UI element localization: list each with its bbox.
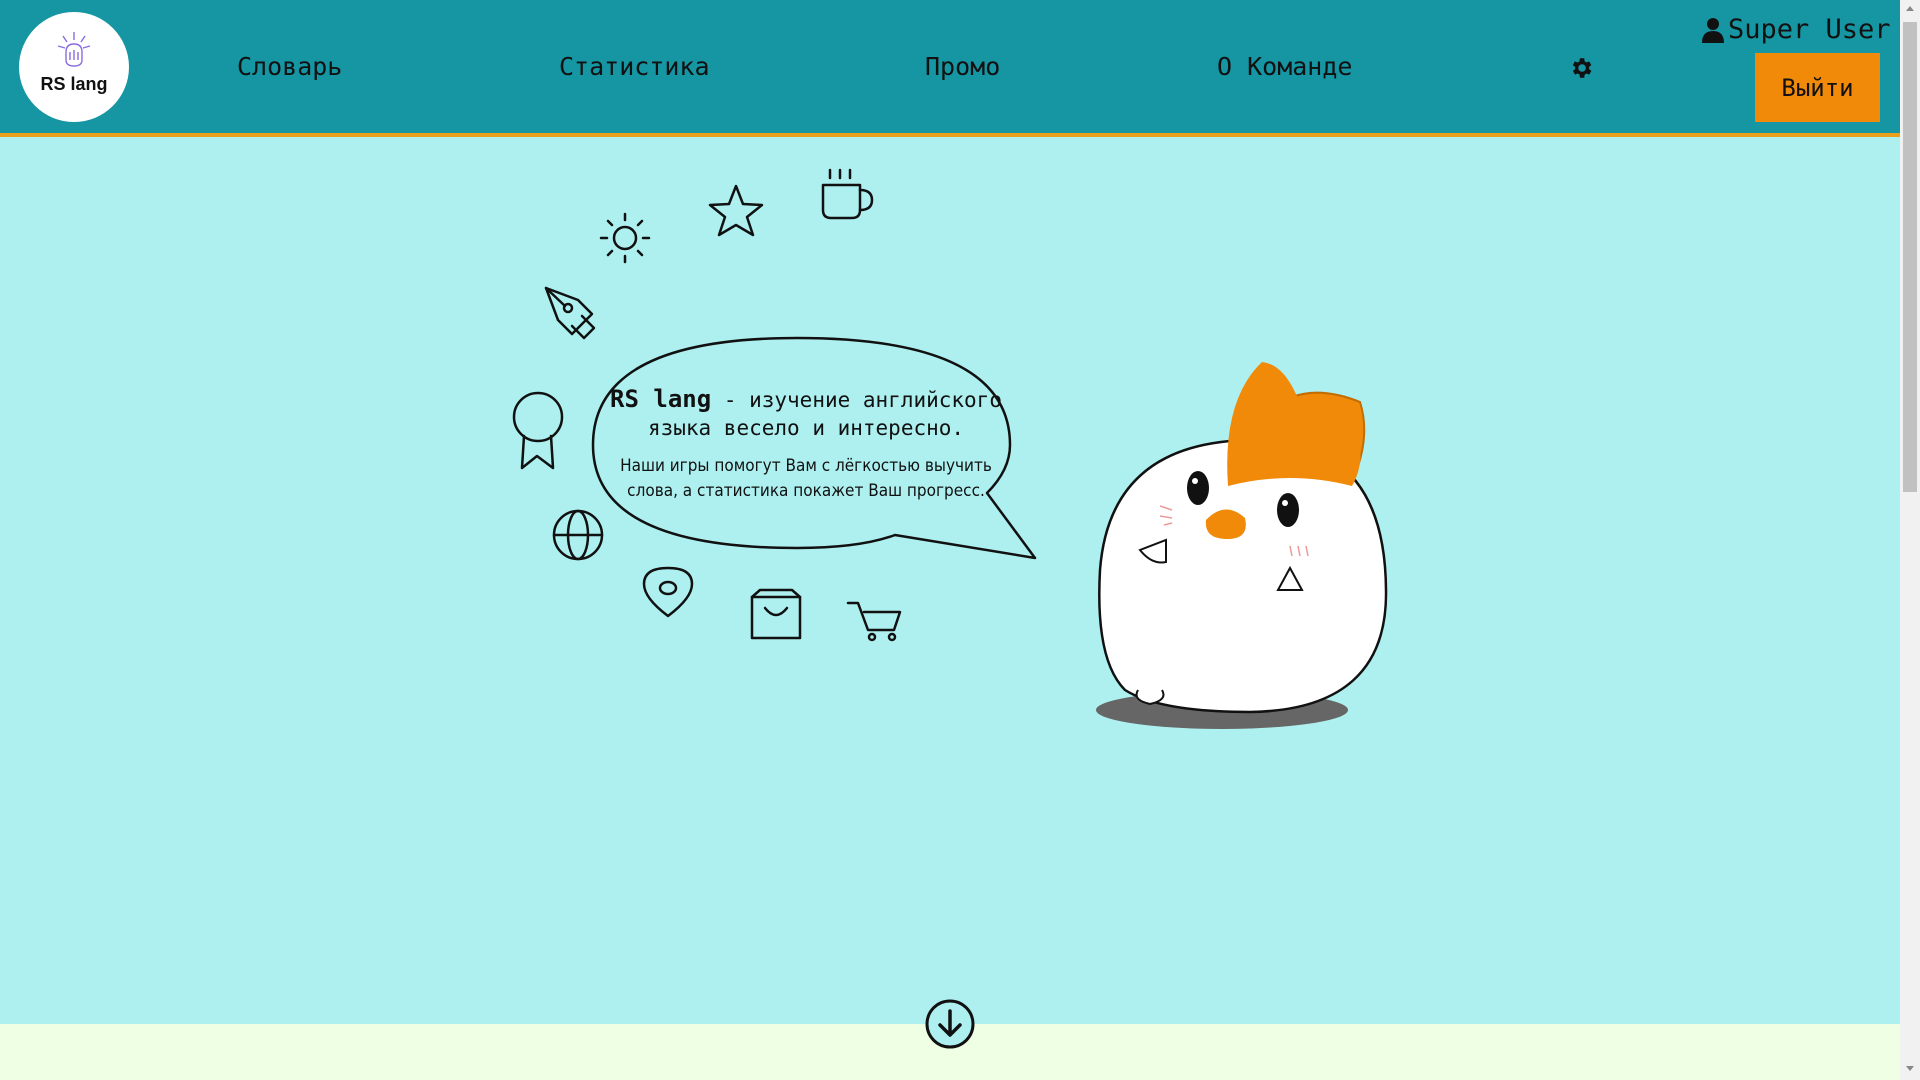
pen-icon [544,286,596,340]
logo-text: RS lang [40,74,108,94]
bag-icon [750,588,802,640]
nav-statistics[interactable]: Статистика [559,52,710,81]
globe-icon [552,509,604,561]
scroll-up-icon[interactable] [1906,6,1914,11]
cup-icon [821,168,874,220]
user-name: Super User [1728,14,1891,45]
chicken-mascot [1096,362,1388,729]
cart-icon [846,601,902,642]
nav-promo[interactable]: Промо [925,52,1000,81]
logo-emblem-icon [57,32,91,67]
hero-description: Наши игры помогут Вам с лёгкостью выучит… [620,456,992,501]
scroll-down-icon[interactable] [1906,1066,1914,1071]
location-icon [642,566,694,618]
hero-illustration [512,168,1388,729]
user-info[interactable]: Super User [1702,14,1891,45]
header: RS lang Словарь Статистика Промо О Коман… [0,0,1900,137]
sun-icon [599,212,651,264]
hero-text: RS lang - изучение английского языка вес… [608,385,1004,504]
nav-team[interactable]: О Команде [1217,52,1352,81]
award-icon [512,391,564,470]
user-icon [1702,17,1724,43]
arrow-down-circle-icon[interactable] [925,999,975,1049]
hero-title: RS lang - изучение английского языка вес… [608,385,1004,442]
logo[interactable]: RS lang [19,12,129,122]
logout-button[interactable]: Выйти [1755,53,1880,122]
scrollbar-thumb[interactable] [1903,22,1917,492]
gear-icon[interactable] [1568,55,1594,81]
nav-dictionary[interactable]: Словарь [237,52,342,81]
hero-brand: RS lang [610,385,712,413]
star-icon [708,184,764,237]
scrollbar[interactable] [1900,0,1920,1080]
